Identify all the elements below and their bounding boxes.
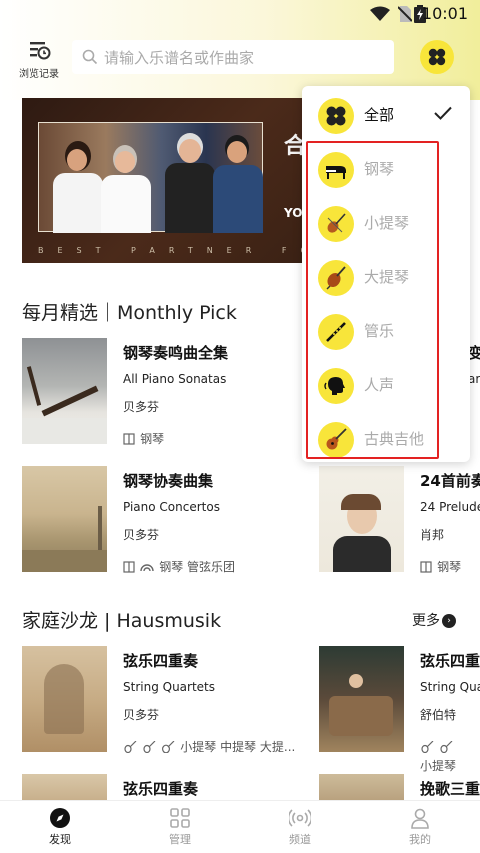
tab-label: 我的 <box>409 833 431 846</box>
grid-icon <box>170 808 190 828</box>
card-instruments-row: 钢琴 <box>123 428 164 447</box>
tab-label: 频道 <box>289 833 311 846</box>
score-icon <box>123 560 135 573</box>
card-cover-image[interactable] <box>22 774 107 800</box>
tab-discover[interactable]: 发现 <box>30 807 90 847</box>
card-title[interactable]: 钢琴协奏曲集 <box>123 470 213 491</box>
card-subtitle: All Piano Sonatas <box>123 372 227 386</box>
status-bar: 10:01 <box>0 0 480 28</box>
highlight-box <box>306 141 439 459</box>
search-placeholder: 请输入乐谱名或作曲家 <box>104 49 255 67</box>
card-subtitle: String Qua <box>420 680 480 694</box>
card-composer: 贝多芬 <box>123 708 160 722</box>
promo-banner[interactable]: 合 YO- BEST PARTNER FOR <box>22 98 312 263</box>
card-title[interactable]: 弦乐四重奏 <box>123 778 198 799</box>
card-subtitle: 24 Prelude <box>420 500 480 514</box>
card-instruments-row: 钢琴 <box>420 556 461 575</box>
history-label: 浏览记录 <box>19 69 59 80</box>
card-composer: 贝多芬 <box>123 528 160 542</box>
salon-heading: 家庭沙龙 | Hausmusik <box>22 610 222 632</box>
card-title[interactable]: 挽歌三重 <box>420 778 480 799</box>
tab-label: 管理 <box>169 833 191 846</box>
card-instruments-row: 小提琴 <box>420 736 480 774</box>
card-subtitle: String Quartets <box>123 680 216 694</box>
tab-channel[interactable]: 频道 <box>270 807 330 847</box>
card-cover-image[interactable] <box>22 466 107 572</box>
score-icon <box>123 432 135 445</box>
card-cover-image[interactable] <box>22 646 107 752</box>
violin-icon <box>124 740 137 753</box>
monthly-heading: 每月精选｜Monthly Pick <box>22 302 237 324</box>
compass-icon <box>50 808 70 828</box>
radio-icon <box>289 809 311 827</box>
score-icon <box>420 560 432 573</box>
viola-icon <box>143 740 156 753</box>
category-filter-button[interactable] <box>420 40 454 74</box>
banner-photo <box>38 122 263 233</box>
wifi-icon <box>370 6 390 21</box>
search-icon <box>82 49 98 65</box>
bottom-tab-bar: 发现 管理 频道 我的 <box>0 800 480 853</box>
user-icon <box>411 808 429 829</box>
no-sim-icon <box>398 6 412 22</box>
card-title[interactable]: 钢琴奏鸣曲全集 <box>123 342 228 363</box>
violin-icon <box>421 740 434 753</box>
card-instruments: 钢琴 <box>140 432 165 446</box>
card-composer: 贝多芬 <box>123 400 160 414</box>
card-instruments-row: 钢琴 管弦乐团 <box>123 556 235 575</box>
tab-manage[interactable]: 管理 <box>150 807 210 847</box>
dropdown-item-all[interactable]: 全部 <box>302 90 470 138</box>
card-composer: 肖邦 <box>420 528 445 542</box>
tab-profile[interactable]: 我的 <box>390 807 450 847</box>
history-icon <box>30 42 51 60</box>
more-link[interactable]: 更多 › <box>412 610 456 630</box>
history-button[interactable]: 浏览记录 <box>18 40 60 80</box>
cello-icon <box>162 740 175 753</box>
more-label: 更多 <box>412 613 440 629</box>
card-cover-image[interactable] <box>319 774 404 800</box>
card-composer: 舒伯特 <box>420 708 457 722</box>
card-cover-image[interactable] <box>22 338 107 444</box>
viola-icon <box>440 740 453 753</box>
card-instruments-row: 小提琴 中提琴 大提... <box>123 736 295 755</box>
card-title[interactable]: 弦乐四重 <box>420 650 480 671</box>
card-title[interactable]: 弦乐四重奏 <box>123 650 198 671</box>
tab-label: 发现 <box>49 833 71 846</box>
card-subtitle: Piano Concertos <box>123 500 220 514</box>
clover-icon-badge <box>318 98 354 134</box>
search-input[interactable]: 请输入乐谱名或作曲家 <box>72 40 394 74</box>
dropdown-item-label: 全部 <box>364 106 395 124</box>
card-instruments: 小提琴 <box>420 759 457 773</box>
banner-tagline: BEST PARTNER FOR <box>38 246 312 255</box>
clover-icon <box>428 48 446 66</box>
clover-icon <box>326 106 346 126</box>
card-instruments: 小提琴 中提琴 大提... <box>180 740 296 754</box>
card-title[interactable]: 24首前奏 <box>420 470 480 491</box>
orchestra-icon <box>140 563 154 571</box>
check-icon <box>434 106 452 120</box>
card-instruments: 钢琴 管弦乐团 <box>159 560 236 574</box>
card-cover-image[interactable] <box>319 646 404 752</box>
chevron-right-icon: › <box>442 614 456 628</box>
card-instruments: 钢琴 <box>437 560 462 574</box>
status-time: 10:01 <box>421 4 468 23</box>
card-cover-image[interactable] <box>319 466 404 572</box>
